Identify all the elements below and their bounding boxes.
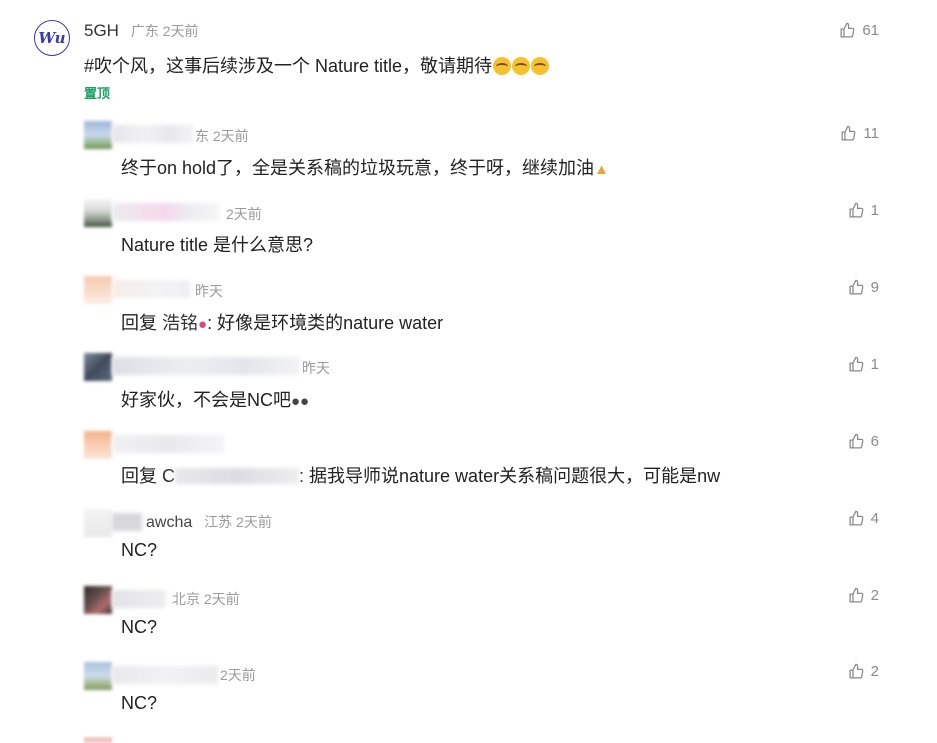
like-count: 4 (870, 510, 879, 527)
thumbs-up-icon (841, 125, 856, 141)
avatar[interactable] (84, 121, 112, 149)
like-count: 1 (870, 356, 879, 373)
thumbs-up-icon (840, 22, 855, 38)
comment-text: 好家伙，不会是NC吧●● (121, 386, 309, 412)
comment-body: 终于on hold了，全是关系稿的垃圾玩意，终于呀，继续加油 (121, 158, 595, 178)
like-count: 9 (870, 279, 879, 296)
comment-text: 回复 浩铭●: 好像是环境类的nature water (121, 309, 443, 335)
pinned-badge: 置顶 (84, 86, 111, 101)
like-button[interactable]: 2 (848, 663, 879, 680)
timestamp: 2天前 (220, 667, 256, 683)
username-blurred (112, 125, 194, 143)
timestamp: 昨天 (302, 360, 330, 376)
avatar[interactable] (84, 509, 112, 537)
like-button[interactable]: 9 (848, 279, 879, 296)
thumbs-up-icon (849, 510, 864, 526)
location: 北京 (172, 591, 200, 607)
like-count: 11 (863, 125, 879, 142)
comment-body: NC? (121, 540, 158, 560)
comment-meta: 2天前 (220, 665, 256, 685)
avatar-text: Wu (38, 29, 66, 47)
like-button[interactable]: 1 (848, 202, 879, 219)
location: 江苏 (204, 514, 233, 530)
comment-text: NC? (121, 617, 157, 638)
avatar[interactable] (84, 199, 112, 227)
username-blurred (112, 435, 224, 453)
thumbs-up-icon (849, 356, 864, 372)
avatar[interactable] (84, 586, 112, 614)
like-count: 1 (870, 202, 879, 219)
avatar[interactable]: Wu (34, 20, 70, 56)
comment-text: Nature title 是什么意思? (121, 231, 313, 257)
praying-hands-icon: ▲ (594, 160, 609, 178)
comment-meta: 昨天 (195, 281, 223, 301)
timestamp: 2天前 (226, 206, 262, 222)
username-blurred (112, 666, 218, 684)
reply-prefix: 回复 (121, 466, 157, 486)
like-count: 6 (870, 433, 879, 450)
reply-prefix: 回复 (121, 313, 157, 333)
comment-text: NC? (121, 693, 157, 714)
face-emoji-icon (531, 57, 550, 75)
face-emoji-icon (493, 57, 512, 75)
location: 东 (195, 128, 209, 144)
comment-meta: 昨天 (302, 358, 330, 378)
mention-link[interactable]: 浩铭 (162, 313, 198, 333)
comment-text: 回复 C : 据我导师说nature water关系稿问题很大，可能是nw (121, 462, 720, 488)
comment-body: Nature title 是什么意思? (121, 235, 314, 255)
avatar[interactable] (84, 662, 112, 690)
like-count: 61 (862, 22, 879, 39)
clown-face-icon: ● (198, 315, 208, 333)
timestamp: 昨天 (195, 283, 223, 299)
like-count: 2 (870, 587, 879, 604)
like-button[interactable]: 11 (840, 125, 879, 142)
avatar (84, 737, 112, 743)
mention-blurred (175, 468, 300, 484)
timestamp: 2天前 (212, 128, 249, 144)
comment-body: NC? (121, 693, 158, 713)
like-button[interactable]: 1 (848, 356, 879, 373)
thumbs-up-icon (849, 279, 864, 295)
like-button[interactable]: 2 (848, 587, 879, 604)
timestamp: 2天前 (162, 23, 199, 39)
comment-body: 好家伙，不会是NC吧 (121, 390, 291, 410)
thumbs-up-icon (849, 587, 864, 603)
username-blurred (112, 357, 300, 375)
username-blurred (112, 590, 166, 608)
username[interactable]: 5GH (84, 21, 119, 40)
location: 广东 (130, 23, 159, 39)
face-emoji-icon (512, 57, 531, 75)
avatar[interactable] (84, 353, 112, 381)
comment-meta: awcha 江苏 2天前 (146, 512, 272, 532)
eyes-icon: ●● (291, 392, 310, 410)
comment-body: #吹个风，这事后续涉及一个 Nature title，敬请期待 (84, 56, 493, 76)
comment-body: : 据我导师说nature water关系稿问题很大，可能是nw (299, 466, 721, 486)
timestamp: 2天前 (203, 591, 240, 607)
avatar[interactable] (84, 431, 112, 459)
comment-meta: 5GH 广东 2天前 (84, 21, 199, 41)
thumbs-up-icon (849, 202, 864, 218)
timestamp: 2天前 (236, 514, 272, 530)
thumbs-up-icon (849, 433, 864, 449)
comment-text: NC? (121, 540, 157, 561)
username-blurred (112, 513, 142, 531)
username[interactable]: awcha (146, 514, 192, 531)
comment-meta: 东 2天前 (195, 126, 249, 146)
like-count: 2 (870, 663, 879, 680)
like-button[interactable]: 4 (848, 510, 879, 527)
comment-meta: 北京 2天前 (172, 589, 240, 609)
username-blurred (112, 203, 220, 221)
comment-body: : 好像是环境类的nature water (207, 313, 444, 333)
like-button[interactable]: 61 (839, 22, 879, 39)
comment-text: 终于on hold了，全是关系稿的垃圾玩意，终于呀，继续加油▲ (121, 154, 609, 180)
comment-meta: 2天前 (226, 204, 262, 224)
avatar[interactable] (84, 276, 112, 304)
like-button[interactable]: 6 (848, 433, 879, 450)
thumbs-up-icon (849, 663, 864, 679)
comment-text: #吹个风，这事后续涉及一个 Nature title，敬请期待 (84, 52, 550, 78)
mention-link[interactable]: C (162, 466, 175, 486)
comment-body: NC? (121, 617, 158, 637)
username-blurred (112, 280, 190, 298)
